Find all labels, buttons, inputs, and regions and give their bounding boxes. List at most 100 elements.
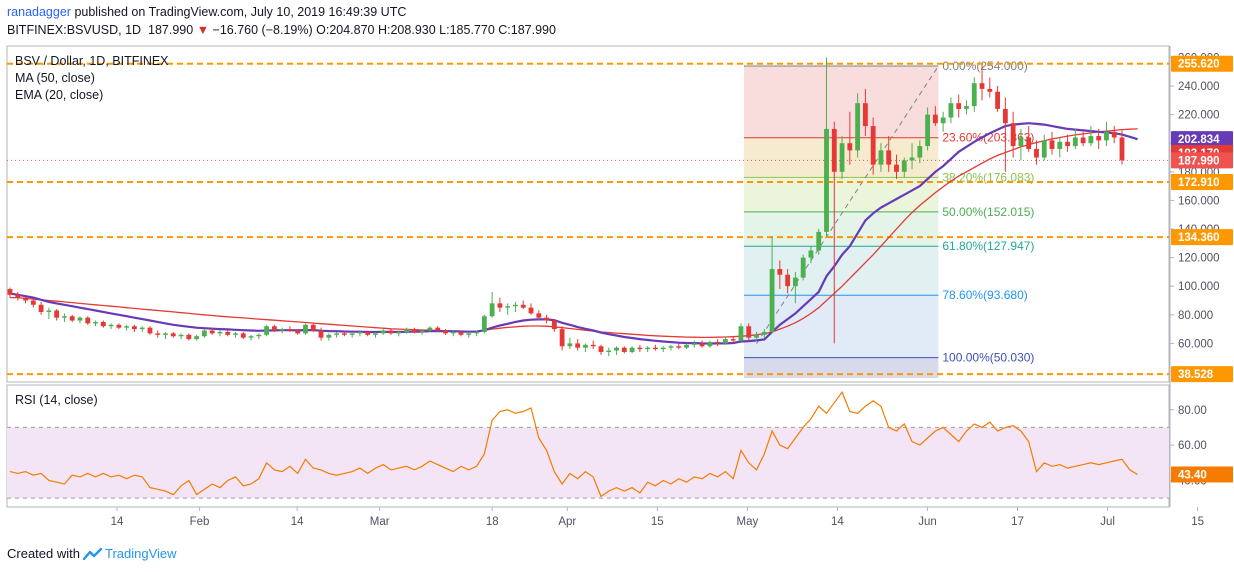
candle-body [15, 294, 21, 298]
price-tick-label: 100.000 [1178, 281, 1220, 293]
time-tick-label: Apr [558, 516, 576, 528]
time-tick-label: 14 [111, 516, 124, 528]
candle-body [917, 146, 923, 158]
candle-body [824, 128, 829, 232]
candle-body [1096, 136, 1102, 141]
candle-body [388, 330, 394, 334]
candle-body [769, 269, 775, 332]
tradingview-logo[interactable]: TradingView [82, 546, 177, 561]
price-tick-label: 120.000 [1178, 253, 1220, 265]
time-tick-label: 18 [486, 516, 499, 528]
candle-body [536, 313, 542, 318]
candle-body [971, 83, 977, 107]
candle-body [1080, 137, 1086, 144]
candle-body [46, 310, 52, 312]
price-badge-label: 187.990 [1178, 155, 1220, 167]
candle-body [855, 103, 861, 151]
candle-body [139, 327, 145, 330]
candle-body [481, 316, 487, 332]
legend-title: BSV / Dollar, 1D, BITFINEX [15, 54, 169, 68]
candle-body [217, 331, 223, 334]
candle-body [544, 317, 549, 321]
candle-body [489, 303, 495, 317]
candle-body [1088, 136, 1094, 144]
tradingview-brand: TradingView [104, 546, 177, 561]
price-tick-label: 240.000 [1178, 81, 1220, 93]
rsi-tick-label: 60.00 [1178, 440, 1207, 452]
created-with-text: Created with [7, 546, 80, 561]
symbol-name: BITFINEX:BSVUSD, 1D [7, 23, 142, 37]
candle-body [23, 297, 28, 301]
candle-body [132, 326, 137, 330]
candle-body [295, 330, 301, 334]
high-label: H: [377, 23, 391, 37]
candle-body [225, 331, 231, 335]
candle-body [909, 157, 915, 161]
candle-body [124, 326, 130, 328]
rsi-band [7, 427, 1169, 499]
candle-body [108, 324, 114, 327]
candle-body [365, 331, 371, 335]
open-value: 204.870 [329, 23, 375, 37]
candle-body [38, 304, 44, 312]
candle-body [466, 333, 472, 335]
candle-body [668, 346, 674, 348]
author-link[interactable]: ranadagger [7, 5, 71, 19]
candle-body [373, 333, 378, 335]
candle-body [170, 333, 176, 337]
candle-body [746, 326, 752, 338]
low-value: 185.770 [449, 23, 495, 37]
candle-body [956, 103, 962, 109]
candle-body [723, 339, 728, 344]
candle-body [551, 320, 557, 330]
candle-body [7, 289, 13, 295]
time-tick-label: 15 [1191, 516, 1204, 528]
candle-body [334, 333, 340, 335]
candle-body [1104, 131, 1109, 141]
last-price: 187.990 [148, 23, 194, 37]
fib-zone-0 [743, 66, 939, 138]
candle-body [676, 346, 682, 348]
candle-body [271, 326, 277, 331]
candle-body [839, 143, 845, 172]
candle-body [116, 324, 122, 328]
candle-body [948, 103, 954, 118]
candle-body [800, 257, 806, 278]
time-tick-label: 15 [651, 516, 664, 528]
candle-body [995, 91, 1000, 109]
candle-body [147, 327, 153, 334]
down-arrow-icon: ▼ [196, 23, 210, 37]
candle-body [419, 330, 425, 332]
candle-body [637, 347, 643, 350]
candle-body [1002, 108, 1008, 124]
candle-body [606, 350, 612, 352]
candle-body [816, 231, 822, 251]
rsi-tick-label: 80.00 [1178, 405, 1207, 417]
close-value: 187.990 [510, 23, 556, 37]
candle-body [1065, 141, 1070, 147]
candle-body [520, 304, 526, 308]
candle-body [178, 334, 184, 337]
close-label: C: [498, 23, 511, 37]
high-value: 208.930 [390, 23, 436, 37]
symbol-info: BITFINEX:BSVUSD, 1D 187.990 ▼ −16.760 (−… [7, 23, 556, 37]
candle-body [30, 300, 36, 305]
candle-body [730, 339, 736, 341]
candle-body [870, 126, 876, 165]
candle-body [93, 321, 98, 324]
candle-body [831, 128, 837, 172]
price-badge-label: 255.620 [1178, 59, 1220, 71]
candle-body [303, 324, 308, 334]
chart-canvas[interactable]: 0.00%(254.000)23.60%(203.863)38.20%(176.… [0, 42, 1234, 546]
candle-body [69, 316, 75, 321]
publish-text: published on TradingView.com, July 10, 2… [74, 5, 407, 19]
price-badge-label: 172.910 [1178, 177, 1220, 189]
fib-label: 0.00%(254.000) [942, 59, 1027, 73]
candle-body [590, 344, 596, 347]
time-tick-label: Jul [1100, 516, 1115, 528]
candle-body [458, 331, 464, 335]
fib-label: 50.00%(152.015) [942, 205, 1034, 219]
candle-body [777, 269, 783, 275]
candle-body [886, 150, 892, 165]
candle-body [614, 347, 619, 351]
